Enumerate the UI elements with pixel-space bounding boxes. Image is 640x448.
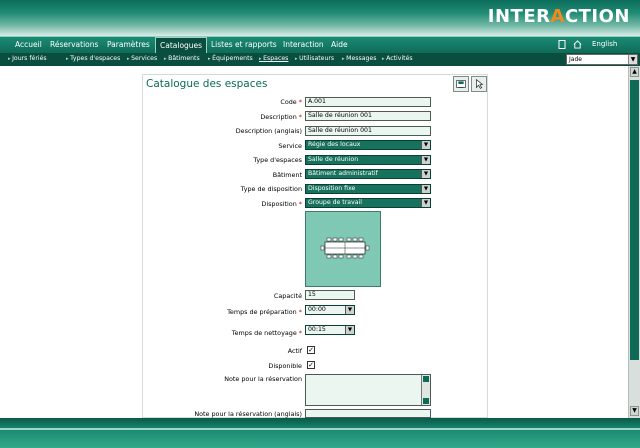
subnav-espaces[interactable]: Espaces bbox=[259, 55, 288, 62]
main-nav: Accueil Réservations Paramètres Catalogu… bbox=[0, 36, 640, 54]
description-en-field[interactable]: Salle de réunion 001 bbox=[305, 126, 431, 136]
label-actif: Actif bbox=[287, 347, 302, 355]
subnav-messages[interactable]: Messages bbox=[342, 55, 376, 62]
disposition-select[interactable]: Groupe de travail ▼ bbox=[305, 198, 431, 208]
chevron-down-icon: ▼ bbox=[345, 306, 354, 314]
label-note-en: Note pour la réservation (anglais) bbox=[194, 410, 302, 418]
scroll-up-icon[interactable]: ▲ bbox=[630, 67, 639, 77]
nav-accueil[interactable]: Accueil bbox=[15, 40, 42, 49]
subnav-equipements[interactable]: Équipements bbox=[208, 55, 253, 62]
cursor-icon[interactable] bbox=[471, 76, 487, 92]
chevron-down-icon: ▼ bbox=[421, 141, 430, 149]
app-footer bbox=[0, 418, 640, 448]
label-type-espace: Type d'espaces bbox=[253, 156, 302, 164]
sub-nav: Jours fériés Types d'espaces Services Bâ… bbox=[0, 53, 640, 66]
home-icon[interactable] bbox=[573, 40, 582, 49]
scroll-down-icon[interactable]: ▼ bbox=[630, 406, 639, 416]
nav-reservations[interactable]: Réservations bbox=[50, 40, 98, 49]
note-en-textarea[interactable] bbox=[305, 409, 431, 418]
logo-text-accent: A bbox=[550, 6, 565, 27]
chevron-down-icon: ▼ bbox=[421, 156, 430, 164]
app-header: INTERACTION bbox=[0, 0, 640, 36]
disponible-checkbox[interactable]: ✓ bbox=[307, 361, 315, 369]
language-link[interactable]: English bbox=[592, 40, 617, 48]
label-temps-nettoyage: Temps de nettoyage * bbox=[231, 329, 302, 337]
label-type-disposition: Type de disposition bbox=[240, 185, 302, 193]
batiment-select[interactable]: Bâtiment administratif ▼ bbox=[305, 169, 431, 179]
footer-divider bbox=[0, 428, 640, 430]
textarea-scrollbar[interactable] bbox=[421, 375, 430, 405]
user-select[interactable]: Jade ▼ bbox=[566, 54, 638, 65]
subnav-jours-feries[interactable]: Jours fériés bbox=[8, 55, 47, 62]
conference-table-icon bbox=[320, 237, 370, 259]
note-textarea[interactable] bbox=[305, 374, 431, 406]
capacite-field[interactable]: 15 bbox=[305, 290, 355, 300]
label-note: Note pour la réservation bbox=[224, 375, 302, 383]
actif-checkbox[interactable]: ✓ bbox=[307, 346, 315, 354]
scroll-thumb[interactable] bbox=[630, 80, 639, 360]
nav-aide[interactable]: Aide bbox=[331, 40, 348, 49]
temps-preparation-select[interactable]: 00:00 ▼ bbox=[305, 305, 355, 315]
label-temps-preparation: Temps de préparation * bbox=[227, 308, 302, 316]
description-field[interactable]: Salle de réunion 001 bbox=[305, 111, 431, 121]
chevron-down-icon: ▼ bbox=[421, 185, 430, 193]
label-service: Service bbox=[278, 142, 302, 150]
page-scrollbar[interactable]: ▲ ▼ bbox=[628, 66, 640, 418]
logo-text-post: CTION bbox=[564, 6, 630, 27]
subnav-batiments[interactable]: Bâtiments bbox=[164, 55, 200, 62]
user-select-value: Jade bbox=[569, 56, 582, 63]
subnav-utilisateurs[interactable]: Utilisateurs bbox=[295, 55, 334, 62]
temps-nettoyage-select[interactable]: 00:15 ▼ bbox=[305, 325, 355, 335]
interaction-logo: INTERACTION bbox=[488, 6, 630, 27]
label-disposition: Disposition * bbox=[261, 200, 302, 208]
code-field[interactable]: A.001 bbox=[305, 97, 431, 107]
label-description: Description * bbox=[260, 113, 302, 121]
subnav-activites[interactable]: Activités bbox=[382, 55, 413, 62]
subnav-services[interactable]: Services bbox=[127, 55, 157, 62]
nav-interaction[interactable]: Interaction bbox=[283, 40, 324, 49]
label-disponible: Disponible bbox=[268, 362, 302, 370]
type-disposition-select[interactable]: Disposition fixe ▼ bbox=[305, 184, 431, 194]
logo-text-pre: INTER bbox=[487, 6, 551, 27]
chevron-down-icon: ▼ bbox=[421, 170, 430, 178]
label-batiment: Bâtiment bbox=[272, 171, 302, 179]
bookmark-icon[interactable] bbox=[558, 40, 566, 49]
chevron-down-icon: ▼ bbox=[421, 199, 430, 207]
nav-listes-rapports[interactable]: Listes et rapports bbox=[211, 40, 277, 49]
nav-parametres[interactable]: Paramètres bbox=[107, 40, 150, 49]
service-select[interactable]: Régie des locaux ▼ bbox=[305, 140, 431, 150]
save-icon[interactable] bbox=[453, 76, 469, 92]
chevron-down-icon: ▼ bbox=[345, 326, 354, 334]
subnav-types-espaces[interactable]: Types d'espaces bbox=[66, 55, 120, 62]
label-capacite: Capacité bbox=[273, 292, 302, 300]
label-description-en: Description (anglais) bbox=[235, 127, 302, 135]
nav-catalogues[interactable]: Catalogues bbox=[155, 37, 208, 54]
type-espace-select[interactable]: Salle de réunion ▼ bbox=[305, 155, 431, 165]
room-layout-image bbox=[305, 211, 381, 287]
page-title: Catalogue des espaces bbox=[146, 78, 268, 90]
chevron-down-icon: ▼ bbox=[628, 55, 637, 64]
label-code: Code * bbox=[280, 98, 302, 106]
